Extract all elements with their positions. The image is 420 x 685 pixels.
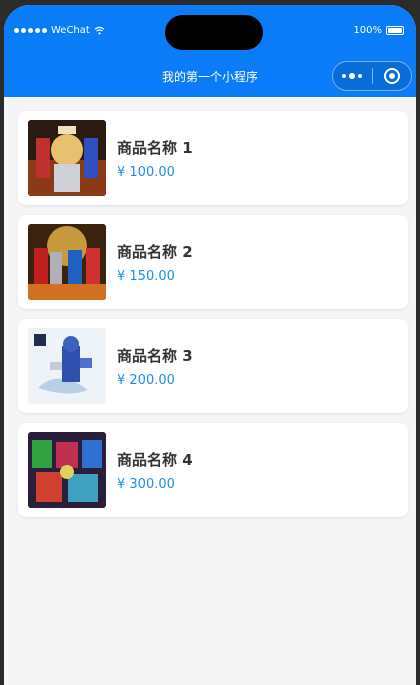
product-info: 商品名称 1 ¥ 100.00 [117,137,193,180]
more-dots-icon [342,74,347,78]
product-info: 商品名称 4 ¥ 300.00 [117,449,193,492]
signal-dots-icon [14,28,47,33]
product-price: ¥ 300.00 [117,476,175,492]
camera-notch [165,15,263,50]
carrier-label: WeChat [51,25,90,36]
product-info: 商品名称 3 ¥ 200.00 [117,345,193,388]
phone-screen: WeChat 100% 我的第一个小程序 商品名称 1 ¥ 100.00 商品名… [4,5,416,685]
product-image [28,224,106,300]
product-card[interactable]: 商品名称 4 ¥ 300.00 [18,423,408,517]
status-bar: WeChat 100% [4,5,416,57]
battery-percent: 100% [353,25,382,36]
close-miniprogram-button[interactable] [372,62,411,90]
product-info: 商品名称 2 ¥ 150.00 [117,241,193,284]
product-image [28,328,106,404]
more-button[interactable] [333,62,372,90]
product-price: ¥ 150.00 [117,268,175,284]
product-list: 商品名称 1 ¥ 100.00 商品名称 2 ¥ 150.00 商品名称 3 ¥… [18,111,408,527]
wifi-icon [94,26,105,35]
product-card[interactable]: 商品名称 3 ¥ 200.00 [18,319,408,413]
status-left: WeChat [14,25,105,36]
target-icon [383,68,400,84]
product-price: ¥ 100.00 [117,164,175,180]
product-name: 商品名称 3 [117,346,193,365]
product-image [28,432,106,508]
status-right: 100% [353,25,404,36]
menu-capsule [332,61,412,91]
product-name: 商品名称 4 [117,450,193,469]
battery-icon [386,26,404,35]
product-name: 商品名称 2 [117,242,193,261]
product-card[interactable]: 商品名称 1 ¥ 100.00 [18,111,408,205]
product-card[interactable]: 商品名称 2 ¥ 150.00 [18,215,408,309]
navigation-bar: 我的第一个小程序 [4,57,416,97]
product-name: 商品名称 1 [117,138,193,157]
product-price: ¥ 200.00 [117,372,175,388]
product-image [28,120,106,196]
